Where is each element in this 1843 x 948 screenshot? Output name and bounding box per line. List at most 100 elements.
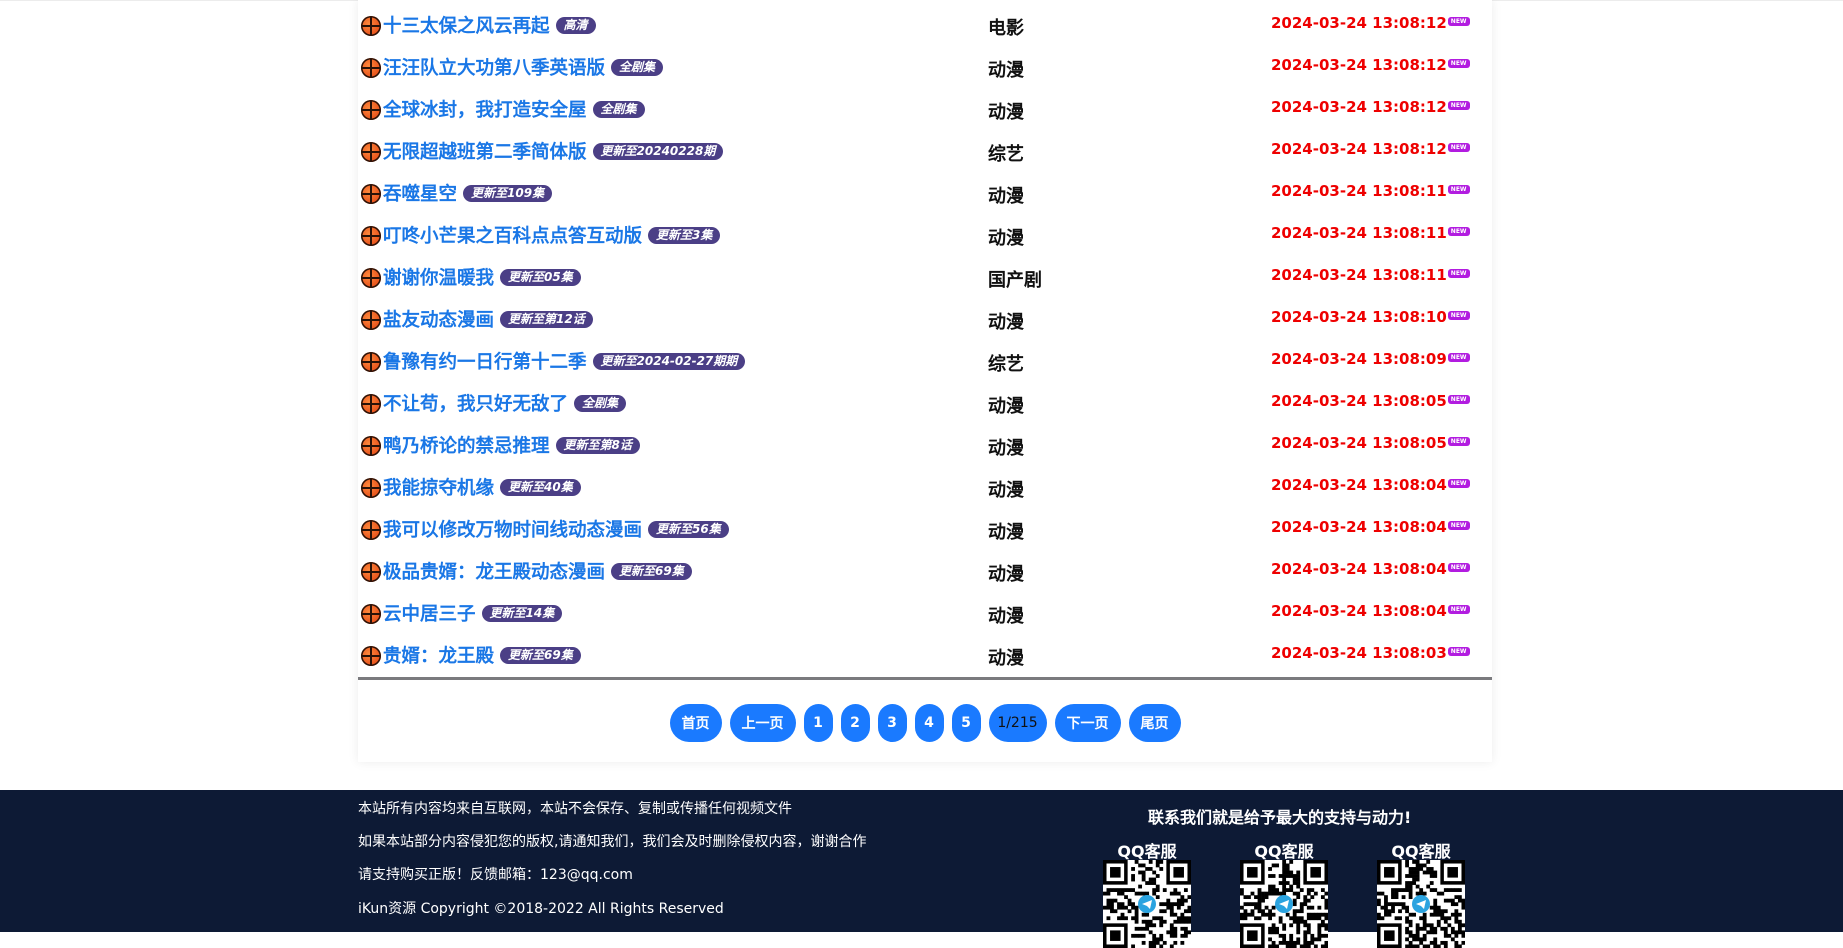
video-title-link[interactable]: 吞噬星空 更新至109集 [383, 180, 553, 206]
status-badge: 高清 [555, 16, 596, 34]
basketball-icon [361, 310, 381, 330]
timestamp: 2024-03-24 13:08:03 [1271, 644, 1447, 662]
list-item: 云中居三子 更新至14集 动漫 2024-03-24 13:08:04 NEW [358, 593, 1492, 635]
video-title-link[interactable]: 叮咚小芒果之百科点点答互动版 更新至3集 [383, 222, 721, 248]
first-page-button[interactable]: 首页 [669, 704, 722, 742]
update-time: 2024-03-24 13:08:04 NEW [1271, 476, 1470, 494]
category-label: 动漫 [988, 438, 1024, 459]
last-page-button[interactable]: 尾页 [1128, 704, 1181, 742]
category-label: 电影 [988, 18, 1024, 39]
list-item: 十三太保之风云再起 高清 电影 2024-03-24 13:08:12 NEW [358, 5, 1492, 47]
list-item: 叮咚小芒果之百科点点答互动版 更新至3集 动漫 2024-03-24 13:08:11… [358, 215, 1492, 257]
current-page-indicator: 1/215 [988, 704, 1047, 742]
list-item: 不让苟，我只好无敌了 全剧集 动漫 2024-03-24 13:08:05 NEW [358, 383, 1492, 425]
video-title-link[interactable]: 汪汪队立大功第八季英语版 全剧集 [383, 54, 664, 80]
prev-page-button[interactable]: 上一页 [729, 704, 796, 742]
next-page-button[interactable]: 下一页 [1054, 704, 1121, 742]
video-title: 叮咚小芒果之百科点点答互动版 [383, 226, 643, 247]
video-title: 十三太保之风云再起 [383, 16, 550, 37]
update-time: 2024-03-24 13:08:03 NEW [1271, 644, 1470, 662]
basketball-icon [361, 100, 381, 120]
status-badge: 更新至69集 [500, 646, 581, 664]
video-title: 汪汪队立大功第八季英语版 [383, 58, 606, 79]
status-badge: 更新至2024-02-27期期 [592, 352, 746, 370]
video-title: 无限超越班第二季简体版 [383, 142, 587, 163]
content-panel: 十三太保之风云再起 高清 电影 2024-03-24 13:08:12 NEW 汪汪队立大… [358, 0, 1492, 762]
video-title-link[interactable]: 贵婿：龙王殿 更新至69集 [383, 642, 581, 668]
page-5-button[interactable]: 5 [951, 704, 981, 742]
video-title-link[interactable]: 鲁豫有约一日行第十二季 更新至2024-02-27期期 [383, 348, 746, 374]
status-badge: 全剧集 [574, 394, 627, 412]
video-title: 我能掠夺机缘 [383, 478, 495, 499]
status-badge: 更新至3集 [648, 226, 721, 244]
copyright-notice-text: 如果本站部分内容侵犯您的版权,请通知我们，我们会及时删除侵权内容，谢谢合作 [358, 834, 867, 850]
list-item: 鲁豫有约一日行第十二季 更新至2024-02-27期期 综艺 2024-03-24 1… [358, 341, 1492, 383]
list-item: 汪汪队立大功第八季英语版 全剧集 动漫 2024-03-24 13:08:12 NEW [358, 47, 1492, 89]
video-title-link[interactable]: 我能掠夺机缘 更新至40集 [383, 474, 581, 500]
video-title-link[interactable]: 云中居三子 更新至14集 [383, 600, 563, 626]
category-label: 动漫 [988, 60, 1024, 81]
qr-code-image[interactable] [1240, 860, 1328, 948]
video-title-link[interactable]: 无限超越班第二季简体版 更新至20240228期 [383, 138, 724, 164]
new-badge: NEW [1447, 17, 1470, 26]
video-title-link[interactable]: 不让苟，我只好无敌了 全剧集 [383, 390, 627, 416]
status-badge: 更新至第8话 [555, 436, 640, 454]
video-title-link[interactable]: 谢谢你温暖我 更新至05集 [383, 264, 581, 290]
basketball-icon [361, 268, 381, 288]
new-badge: NEW [1447, 395, 1470, 404]
video-title: 极品贵婿：龙王殿动态漫画 [383, 562, 606, 583]
video-title-link[interactable]: 鸭乃桥论的禁忌推理 更新至第8话 [383, 432, 640, 458]
category-label: 动漫 [988, 522, 1024, 543]
status-badge: 全剧集 [611, 58, 664, 76]
video-title: 贵婿：龙王殿 [383, 646, 495, 667]
category-label: 综艺 [988, 354, 1024, 375]
timestamp: 2024-03-24 13:08:12 [1271, 140, 1447, 158]
video-title-link[interactable]: 我可以修改万物时间线动态漫画 更新至56集 [383, 516, 729, 542]
timestamp: 2024-03-24 13:08:04 [1271, 476, 1447, 494]
qr-label: QQ客服 [1254, 842, 1314, 861]
basketball-icon [361, 16, 381, 36]
update-time: 2024-03-24 13:08:12 NEW [1271, 98, 1470, 116]
status-badge: 更新至109集 [463, 184, 553, 202]
update-time: 2024-03-24 13:08:11 NEW [1271, 224, 1470, 242]
update-time: 2024-03-24 13:08:09 NEW [1271, 350, 1470, 368]
new-badge: NEW [1447, 605, 1470, 614]
video-title-link[interactable]: 极品贵婿：龙王殿动态漫画 更新至69集 [383, 558, 692, 584]
new-badge: NEW [1447, 479, 1470, 488]
page-1-button[interactable]: 1 [803, 704, 833, 742]
timestamp: 2024-03-24 13:08:05 [1271, 434, 1447, 452]
basketball-icon [361, 520, 381, 540]
video-title: 不让苟，我只好无敌了 [383, 394, 569, 415]
video-title: 鲁豫有约一日行第十二季 [383, 352, 587, 373]
new-badge: NEW [1447, 59, 1470, 68]
qr-pattern [1240, 860, 1328, 948]
video-title: 云中居三子 [383, 604, 476, 625]
category-label: 动漫 [988, 102, 1024, 123]
footer: 本站所有内容均来自互联网，本站不会保存、复制或传播任何视频文件 如果本站部分内容… [0, 790, 1843, 948]
video-title-link[interactable]: 盐友动态漫画 更新至第12话 [383, 306, 593, 332]
status-badge: 更新至第12话 [500, 310, 593, 328]
timestamp: 2024-03-24 13:08:04 [1271, 560, 1447, 578]
category-label: 动漫 [988, 564, 1024, 585]
update-time: 2024-03-24 13:08:11 NEW [1271, 182, 1470, 200]
status-badge: 全剧集 [592, 100, 645, 118]
timestamp: 2024-03-24 13:08:05 [1271, 392, 1447, 410]
page-4-button[interactable]: 4 [914, 704, 944, 742]
update-time: 2024-03-24 13:08:05 NEW [1271, 434, 1470, 452]
timestamp: 2024-03-24 13:08:11 [1271, 266, 1447, 284]
basketball-icon [361, 58, 381, 78]
video-title-link[interactable]: 全球冰封，我打造安全屋 全剧集 [383, 96, 645, 122]
page-2-button[interactable]: 2 [840, 704, 870, 742]
qr-code-image[interactable] [1103, 860, 1191, 948]
basketball-icon [361, 142, 381, 162]
disclaimer-text: 本站所有内容均来自互联网，本站不会保存、复制或传播任何视频文件 [358, 801, 792, 817]
video-title-link[interactable]: 十三太保之风云再起 高清 [383, 12, 596, 38]
update-time: 2024-03-24 13:08:10 NEW [1271, 308, 1470, 326]
list-divider [358, 677, 1492, 680]
qr-code-image[interactable] [1377, 860, 1465, 948]
category-label: 动漫 [988, 228, 1024, 249]
basketball-icon [361, 226, 381, 246]
page-3-button[interactable]: 3 [877, 704, 907, 742]
timestamp: 2024-03-24 13:08:04 [1271, 602, 1447, 620]
list-item: 鸭乃桥论的禁忌推理 更新至第8话 动漫 2024-03-24 13:08:05 NEW [358, 425, 1492, 467]
